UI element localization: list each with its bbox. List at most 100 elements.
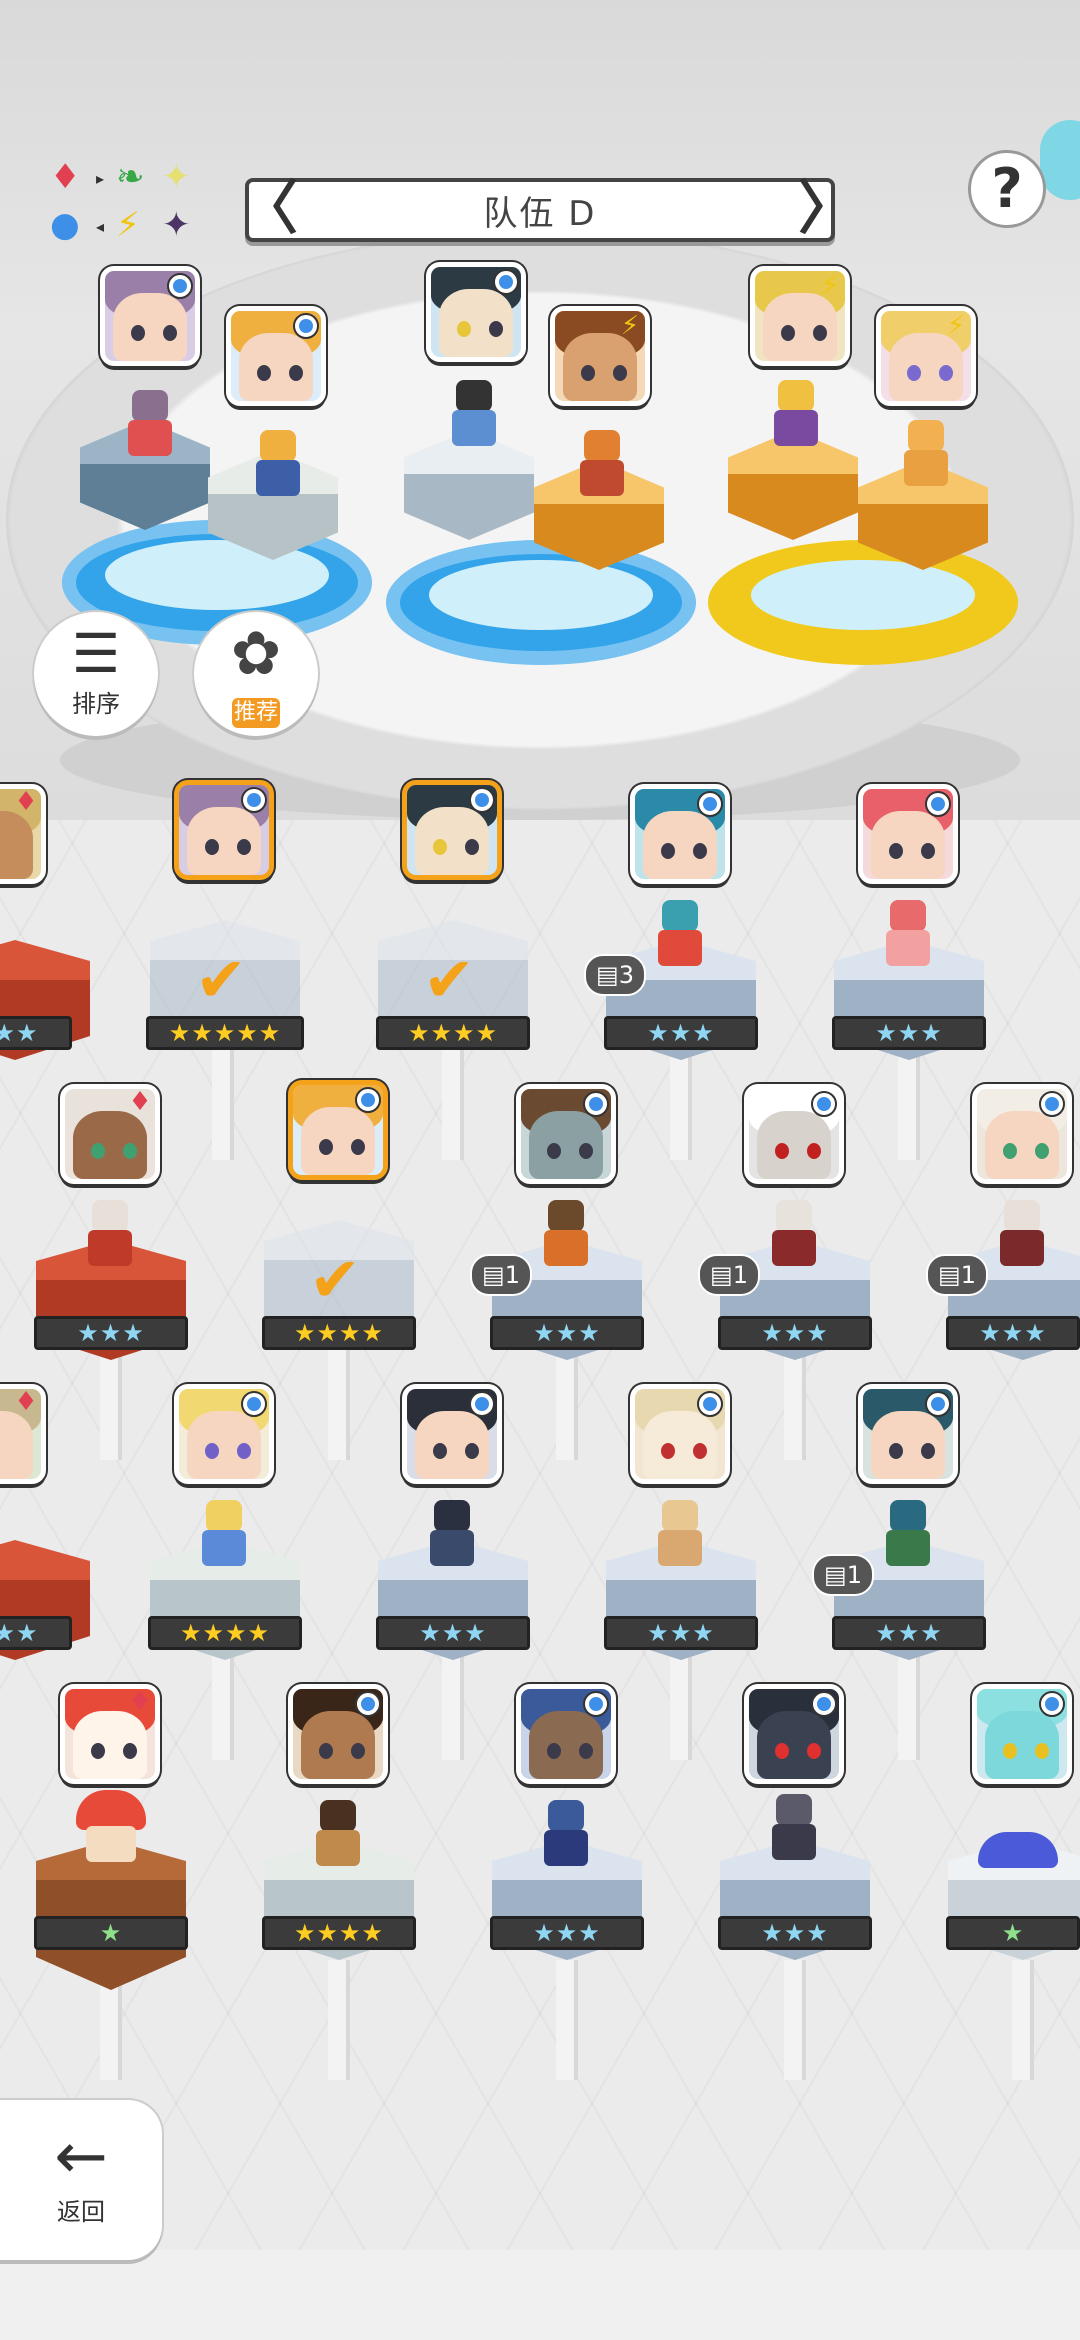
star-rating: ★★★ — [718, 1916, 872, 1950]
water-element-icon — [241, 1391, 267, 1417]
unit-sprite — [538, 1800, 594, 1870]
water-element-icon — [167, 273, 193, 299]
roster-unit-portrait[interactable] — [288, 1684, 388, 1784]
roster-unit-portrait[interactable] — [402, 1384, 502, 1484]
roster-unit-portrait[interactable]: ♦ — [0, 784, 46, 884]
roster-unit-portrait[interactable] — [516, 1684, 616, 1784]
roster-unit-portrait[interactable] — [288, 1080, 388, 1180]
pole — [784, 1960, 806, 2080]
unit-sprite — [766, 1794, 822, 1864]
team-title: 队伍 D — [483, 193, 597, 234]
help-button[interactable]: ? — [968, 150, 1046, 228]
roster-unit-portrait[interactable] — [744, 1084, 844, 1184]
unit-sprite — [82, 1200, 138, 1270]
team-member-portrait[interactable] — [426, 262, 526, 362]
water-element-icon — [493, 269, 519, 295]
star-rating: ★★★★ — [262, 1316, 416, 1350]
star-rating: ★★ — [0, 1616, 72, 1650]
back-button[interactable]: ← 返回 — [0, 2100, 162, 2260]
card-stack-icon: ▤ — [824, 1561, 847, 1589]
star-rating: ★★★ — [832, 1616, 986, 1650]
star-rating: ★★★ — [34, 1316, 188, 1350]
sort-button[interactable]: ☰ 排序 — [34, 612, 158, 736]
roster-unit-portrait[interactable] — [972, 1684, 1072, 1784]
fire-element-icon: ♦ — [14, 1387, 38, 1417]
water-element-icon — [925, 1391, 951, 1417]
team-member-portrait[interactable] — [100, 266, 200, 366]
roster-unit-portrait[interactable] — [516, 1084, 616, 1184]
roster-unit-portrait[interactable] — [630, 784, 730, 884]
roster-unit-portrait[interactable]: ♦ — [0, 1384, 46, 1484]
water-element-icon — [697, 1391, 723, 1417]
arrow-icon: ◂ — [96, 217, 105, 236]
thunder-element-icon: ⚡ — [116, 205, 140, 245]
team-slot-2-pad[interactable] — [386, 540, 696, 665]
water-element-icon — [355, 1691, 381, 1717]
roster-unit-portrait[interactable] — [174, 1384, 274, 1484]
roster-unit-portrait[interactable] — [402, 780, 502, 880]
team-member-portrait[interactable] — [226, 306, 326, 406]
arrow-left-icon: ← — [54, 2120, 108, 2194]
team-slot-3-pad[interactable] — [708, 540, 1018, 665]
team-member-portrait[interactable]: ⚡ — [876, 306, 976, 406]
roster-unit-portrait[interactable] — [744, 1684, 844, 1784]
roster-unit-portrait[interactable]: ♦ — [60, 1684, 160, 1784]
water-element-icon — [241, 787, 267, 813]
roster-unit-portrait[interactable] — [174, 780, 274, 880]
mushroom-cluster-icon: ✿ — [230, 619, 282, 689]
water-element-icon — [293, 313, 319, 339]
pole — [328, 1350, 350, 1460]
recommend-button[interactable]: ✿ 推荐 — [194, 612, 318, 736]
water-element-icon: ● — [50, 205, 80, 245]
unit-sprite — [424, 1500, 480, 1570]
duplicate-count-badge: ▤1 — [926, 1254, 988, 1296]
unit-sprite — [978, 1832, 1068, 1872]
arrow-icon: ▸ — [96, 169, 105, 188]
roster-pedestal[interactable] — [0, 1540, 90, 1670]
water-element-icon — [925, 791, 951, 817]
bottom-bar — [0, 2250, 1080, 2340]
roster-unit-portrait[interactable]: ♦ — [60, 1084, 160, 1184]
thunder-element-icon: ⚡ — [820, 271, 840, 301]
roster-pedestal[interactable] — [0, 940, 90, 1070]
team-member-portrait[interactable]: ⚡ — [750, 266, 850, 366]
sort-label: 排序 — [72, 690, 120, 718]
selected-check-icon: ✔ — [423, 943, 475, 1016]
prev-team-button[interactable]: 〈 — [240, 176, 298, 246]
star-rating: ★★★ — [946, 1316, 1080, 1350]
roster-unit-portrait[interactable] — [858, 784, 958, 884]
duplicate-count-badge: ▤1 — [812, 1554, 874, 1596]
water-element-icon — [469, 787, 495, 813]
unit-sprite — [250, 430, 306, 500]
star-rating: ★ — [34, 1916, 188, 1950]
duplicate-count-badge: ▤3 — [584, 954, 646, 996]
roster-unit-portrait[interactable] — [858, 1384, 958, 1484]
star-rating: ★★★★ — [262, 1916, 416, 1950]
water-element-icon — [811, 1091, 837, 1117]
unit-sprite — [66, 1790, 156, 1870]
roster-unit-portrait[interactable] — [630, 1384, 730, 1484]
fire-element-icon: ♦ — [14, 787, 38, 817]
unit-sprite — [898, 420, 954, 490]
next-team-button[interactable]: 〉 — [798, 176, 856, 246]
sort-descending-icon: ☰ — [71, 622, 121, 685]
pole — [556, 1960, 578, 2080]
star-rating: ★★★ — [604, 1616, 758, 1650]
water-element-icon — [583, 1691, 609, 1717]
water-element-icon — [469, 1391, 495, 1417]
roster-unit-portrait[interactable] — [972, 1084, 1072, 1184]
card-stack-icon: ▤ — [938, 1261, 961, 1289]
unit-sprite — [768, 380, 824, 450]
star-rating: ★★★ — [604, 1016, 758, 1050]
team-member-portrait[interactable]: ⚡ — [550, 306, 650, 406]
unit-sprite — [310, 1800, 366, 1870]
team-name-bar: 队伍 D — [245, 178, 835, 242]
recommend-label: 推荐 — [232, 698, 280, 728]
corner-tab[interactable] — [1040, 120, 1080, 200]
unit-sprite — [446, 380, 502, 450]
pole — [212, 1050, 234, 1160]
unit-sprite — [538, 1200, 594, 1270]
unit-sprite — [880, 1500, 936, 1570]
element-affinity-key: ♦ ▸ ❧ ✦ ● ◂ ⚡ ✦ — [50, 160, 200, 250]
unit-sprite — [880, 900, 936, 970]
